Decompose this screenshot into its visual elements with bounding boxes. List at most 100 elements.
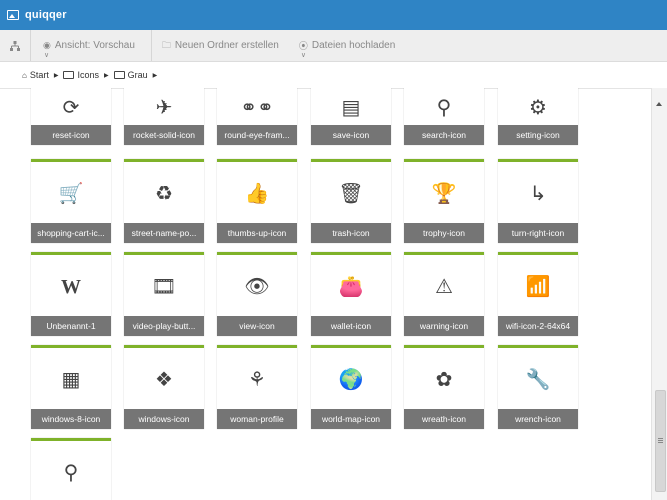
file-tile-label: video-play-butt... bbox=[124, 316, 204, 336]
new-folder-button[interactable]: 🗀 Neuen Ordner erstellen bbox=[152, 30, 289, 61]
turn-right-icon: ↳ bbox=[529, 183, 547, 205]
signpost-icon: ♻ bbox=[155, 183, 173, 205]
sitemap-icon bbox=[10, 40, 20, 51]
file-tile-label: windows-8-icon bbox=[31, 409, 111, 429]
file-tile-label: windows-icon bbox=[124, 409, 204, 429]
chevron-down-icon: ∨ bbox=[44, 52, 50, 59]
wreath-icon: ✿ bbox=[435, 369, 453, 391]
scroll-thumb[interactable] bbox=[655, 390, 666, 492]
wrench-icon: 🔧 bbox=[525, 369, 551, 391]
world-map-icon: 🌍 bbox=[338, 369, 364, 391]
file-tile-label: save-icon bbox=[311, 125, 391, 145]
search-refresh-icon: ⚲ bbox=[63, 462, 79, 484]
gear-icon: ⚙ bbox=[529, 97, 547, 119]
vertical-scrollbar[interactable] bbox=[651, 88, 667, 500]
file-tile[interactable]: ⚙ setting-icon bbox=[498, 88, 578, 145]
upload-button[interactable]: ⦿ Dateien hochladen ∨ bbox=[289, 30, 405, 61]
file-tile[interactable]: ⚭⚭ round-eye-fram... bbox=[217, 88, 297, 145]
window-title: quiqqer bbox=[25, 9, 67, 21]
cart-icon: 🛒 bbox=[58, 183, 84, 205]
file-tile-label: Unbenannt-1 bbox=[31, 316, 111, 336]
file-tile[interactable]: ⚲ bbox=[31, 438, 111, 500]
file-tile[interactable]: 👁 view-icon bbox=[217, 252, 297, 336]
file-tile[interactable]: W Unbenannt-1 bbox=[31, 252, 111, 336]
file-tile[interactable]: ✈ rocket-solid-icon bbox=[124, 88, 204, 145]
file-tile[interactable]: 🔧 wrench-icon bbox=[498, 345, 578, 429]
thumbs-up-icon: 👍 bbox=[244, 183, 270, 205]
image-icon bbox=[7, 10, 19, 20]
file-tile-label: trophy-icon bbox=[404, 223, 484, 243]
film-icon: 🎞 bbox=[151, 276, 177, 298]
w-letter-icon: W bbox=[61, 276, 81, 298]
file-tile-label: warning-icon bbox=[404, 316, 484, 336]
file-tile-label: woman-profile bbox=[217, 409, 297, 429]
file-tile[interactable]: ⚘ woman-profile bbox=[217, 345, 297, 429]
breadcrumb-item-icons[interactable]: Icons bbox=[77, 70, 99, 80]
file-tile[interactable]: ❖ windows-icon bbox=[124, 345, 204, 429]
file-tile[interactable]: 📶 wifi-icon-2-64x64 bbox=[498, 252, 578, 336]
window-titlebar: quiqqer bbox=[0, 0, 667, 30]
file-tile[interactable]: ⟳ reset-icon bbox=[31, 88, 111, 145]
folder-icon bbox=[113, 71, 125, 79]
file-tile[interactable]: 🛒 shopping-cart-ic... bbox=[31, 159, 111, 243]
sitemap-button[interactable] bbox=[0, 30, 31, 61]
file-tile-label: thumbs-up-icon bbox=[217, 223, 297, 243]
scroll-up-arrow-icon[interactable] bbox=[656, 102, 662, 106]
home-icon: ⌂ bbox=[22, 70, 27, 80]
windows-icon: ❖ bbox=[155, 369, 173, 391]
file-tile[interactable]: 🌍 world-map-icon bbox=[311, 345, 391, 429]
breadcrumb-item-grau[interactable]: Grau bbox=[128, 70, 148, 80]
toolbar: ◉ Ansicht: Vorschau ∨ 🗀 Neuen Ordner ers… bbox=[0, 30, 667, 62]
file-tile[interactable]: ▤ save-icon bbox=[311, 88, 391, 145]
upload-label: Dateien hochladen bbox=[311, 40, 396, 51]
file-tile[interactable]: 🗑 trash-icon bbox=[311, 159, 391, 243]
view-mode-button[interactable]: ◉ Ansicht: Vorschau ∨ bbox=[31, 30, 152, 61]
file-tile-label: view-icon bbox=[217, 316, 297, 336]
reset-icon: ⟳ bbox=[62, 97, 80, 119]
file-tile-label: round-eye-fram... bbox=[217, 125, 297, 145]
caret-right-icon: ▶ bbox=[152, 72, 158, 79]
warning-icon: ⚠ bbox=[435, 276, 453, 298]
file-tile-label: street-name-po... bbox=[124, 223, 204, 243]
file-tile-label: wrench-icon bbox=[498, 409, 578, 429]
view-mode-label: Ansicht: Vorschau bbox=[54, 40, 135, 51]
glasses-icon: ⚭⚭ bbox=[240, 97, 274, 119]
eye-icon: ◉ bbox=[43, 40, 51, 50]
file-tile-label: reset-icon bbox=[31, 125, 111, 145]
file-tile-label: trash-icon bbox=[311, 223, 391, 243]
file-tile-label: wreath-icon bbox=[404, 409, 484, 429]
woman-profile-icon: ⚘ bbox=[248, 369, 266, 391]
caret-right-icon: ▶ bbox=[104, 72, 109, 79]
breadcrumb: ⌂ Start ▶ Icons ▶ Grau ▶ bbox=[0, 62, 667, 89]
file-tile-label: setting-icon bbox=[498, 125, 578, 145]
grip-icon bbox=[658, 438, 663, 439]
eye-icon: 👁 bbox=[244, 276, 270, 298]
save-icon: ▤ bbox=[341, 97, 361, 119]
file-tile[interactable]: ▦ windows-8-icon bbox=[31, 345, 111, 429]
windows-8-icon: ▦ bbox=[61, 369, 81, 391]
file-tile[interactable]: 👛 wallet-icon bbox=[311, 252, 391, 336]
file-tile[interactable]: 👍 thumbs-up-icon bbox=[217, 159, 297, 243]
search-icon: ⚲ bbox=[436, 97, 452, 119]
file-tile[interactable]: ✿ wreath-icon bbox=[404, 345, 484, 429]
folder-icon bbox=[63, 71, 75, 79]
folder-icon: 🗀 bbox=[161, 39, 171, 50]
file-tile[interactable]: 🏆 trophy-icon bbox=[404, 159, 484, 243]
file-tile[interactable]: ♻ street-name-po... bbox=[124, 159, 204, 243]
breadcrumb-item-start[interactable]: Start bbox=[30, 70, 49, 80]
file-tile-label: search-icon bbox=[404, 125, 484, 145]
file-tile-label: rocket-solid-icon bbox=[124, 125, 204, 145]
file-tile[interactable]: ↳ turn-right-icon bbox=[498, 159, 578, 243]
file-tile[interactable]: ⚲ search-icon bbox=[404, 88, 484, 145]
trophy-icon: 🏆 bbox=[431, 183, 457, 205]
rocket-icon: ✈ bbox=[155, 97, 173, 119]
file-tile[interactable]: 🎞 video-play-butt... bbox=[124, 252, 204, 336]
chevron-down-icon: ∨ bbox=[300, 52, 306, 59]
file-tile-label: turn-right-icon bbox=[498, 223, 578, 243]
file-tile[interactable]: ⚠ warning-icon bbox=[404, 252, 484, 336]
new-folder-label: Neuen Ordner erstellen bbox=[174, 40, 279, 51]
trash-icon: 🗑 bbox=[338, 183, 364, 205]
file-tile-label: world-map-icon bbox=[311, 409, 391, 429]
wifi-icon: 📶 bbox=[525, 276, 551, 298]
file-tile-label: wifi-icon-2-64x64 bbox=[498, 316, 578, 336]
